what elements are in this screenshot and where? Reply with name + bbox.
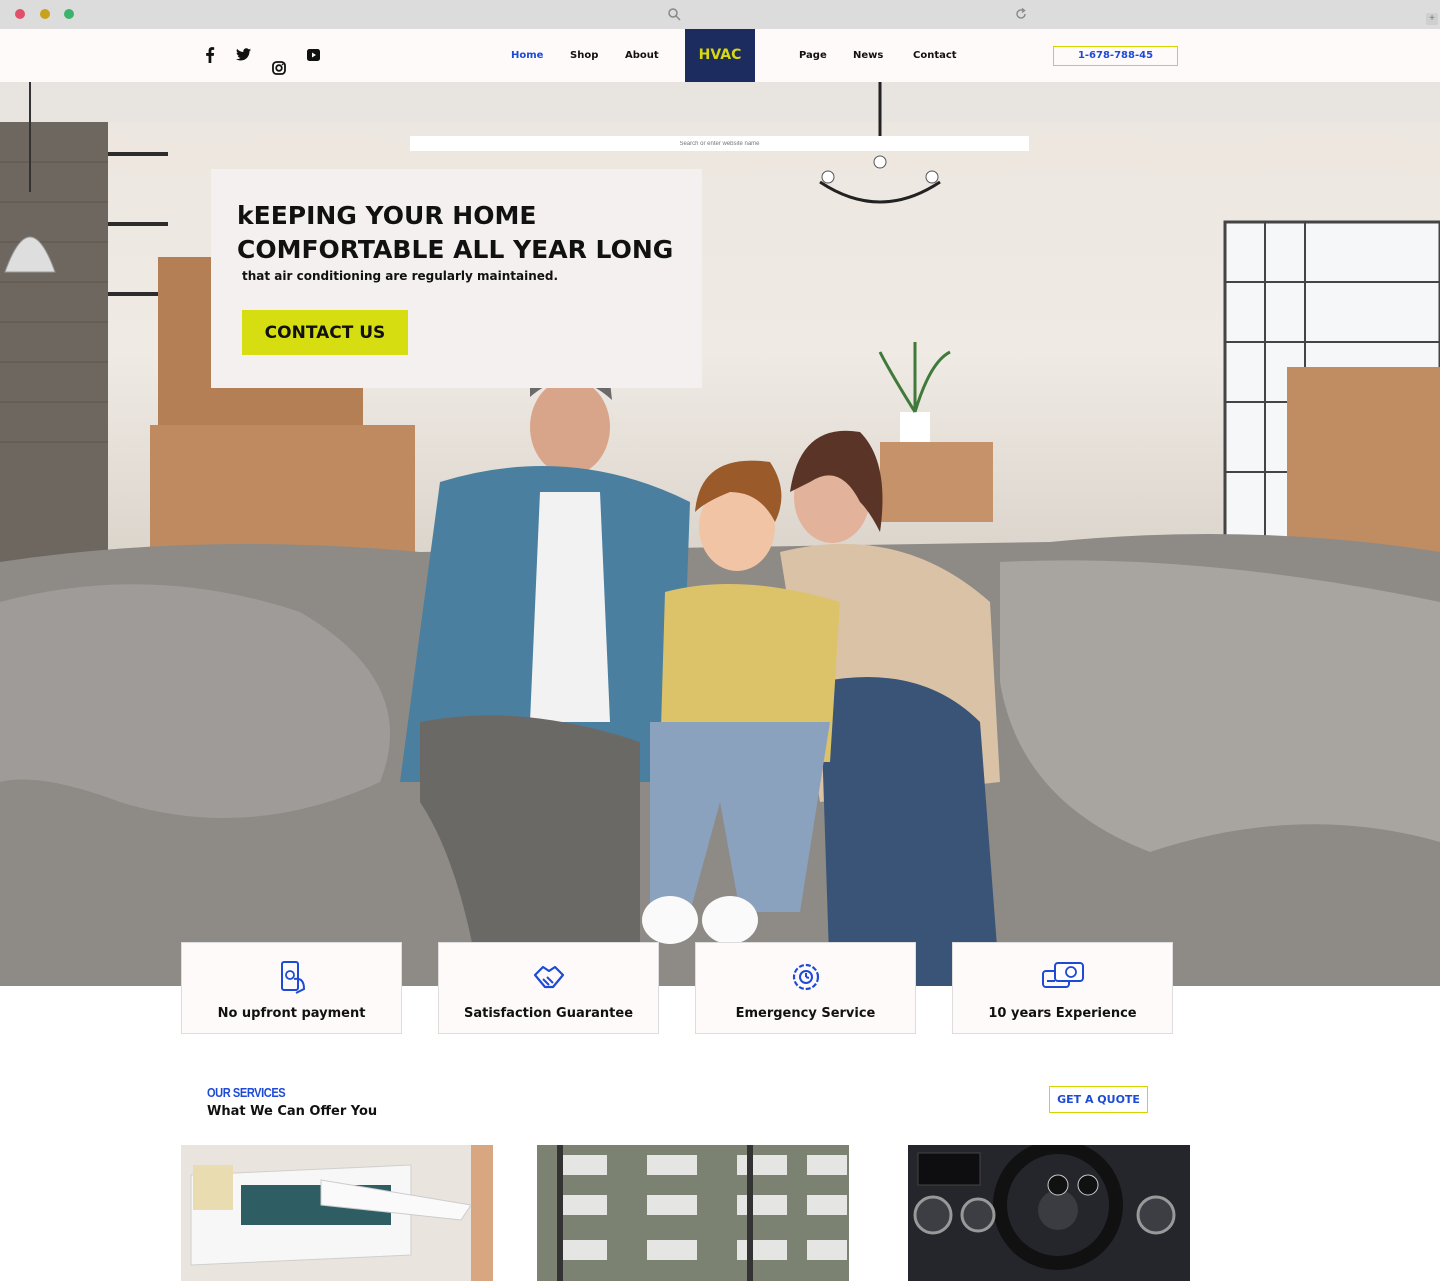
search-icon[interactable] <box>667 7 681 21</box>
search-input[interactable] <box>410 136 1029 151</box>
services-eyebrow: OUR SERVICES <box>207 1085 286 1100</box>
nav-page[interactable]: Page <box>799 50 827 61</box>
nav-contact[interactable]: Contact <box>913 50 957 61</box>
close-window-button[interactable] <box>15 9 25 19</box>
hero-card: kEEPING YOUR HOME COMFORTABLE ALL YEAR L… <box>211 169 702 388</box>
handshake-icon <box>533 965 564 989</box>
nav-home[interactable]: Home <box>511 50 543 61</box>
feature-card-no-upfront-payment: No upfront payment <box>181 942 402 1034</box>
building-photo <box>537 1145 849 1281</box>
phone-payment-icon <box>280 961 305 994</box>
hero-title: kEEPING YOUR HOME COMFORTABLE ALL YEAR L… <box>237 201 674 264</box>
feature-label: Satisfaction Guarantee <box>463 1006 634 1021</box>
instagram-icon[interactable] <box>272 61 286 75</box>
browser-toolbar: + <box>0 0 1440 29</box>
contact-us-button[interactable]: CONTACT US <box>242 310 408 355</box>
get-a-quote-button[interactable]: GET A QUOTE <box>1049 1086 1148 1113</box>
emergency-clock-icon <box>792 963 819 991</box>
service-image-building[interactable] <box>537 1145 849 1281</box>
maximize-window-button[interactable] <box>64 9 74 19</box>
new-tab-button[interactable]: + <box>1426 13 1438 25</box>
service-image-car-interior[interactable] <box>908 1145 1190 1281</box>
nav-shop[interactable]: Shop <box>570 50 598 61</box>
phone-button[interactable]: 1-678-788-45 <box>1053 46 1178 66</box>
services-title: What We Can Offer You <box>207 1104 378 1119</box>
hero-section: kEEPING YOUR HOME COMFORTABLE ALL YEAR L… <box>0 82 1440 986</box>
reload-icon[interactable] <box>1014 7 1028 21</box>
credit-card-icon <box>1041 962 1084 988</box>
feature-label: 10 years Experience <box>988 1006 1137 1021</box>
logo-text: HVAC <box>698 47 742 63</box>
ac-unit-photo <box>181 1145 493 1281</box>
twitter-icon[interactable] <box>236 48 251 61</box>
car-interior-photo <box>908 1145 1190 1281</box>
hero-subtitle: that air conditioning are regularly main… <box>242 269 559 283</box>
service-image-ac-unit[interactable] <box>181 1145 493 1281</box>
facebook-icon[interactable] <box>203 47 217 63</box>
nav-about[interactable]: About <box>625 50 659 61</box>
feature-label: Emergency Service <box>735 1006 876 1021</box>
nav-news[interactable]: News <box>853 50 883 61</box>
feature-label: No upfront payment <box>217 1006 366 1021</box>
feature-card-emergency-service: Emergency Service <box>695 942 916 1034</box>
feature-card-10-years-experience: 10 years Experience <box>952 942 1173 1034</box>
youtube-icon[interactable] <box>307 49 320 61</box>
minimize-window-button[interactable] <box>40 9 50 19</box>
feature-card-satisfaction-guarantee: Satisfaction Guarantee <box>438 942 659 1034</box>
